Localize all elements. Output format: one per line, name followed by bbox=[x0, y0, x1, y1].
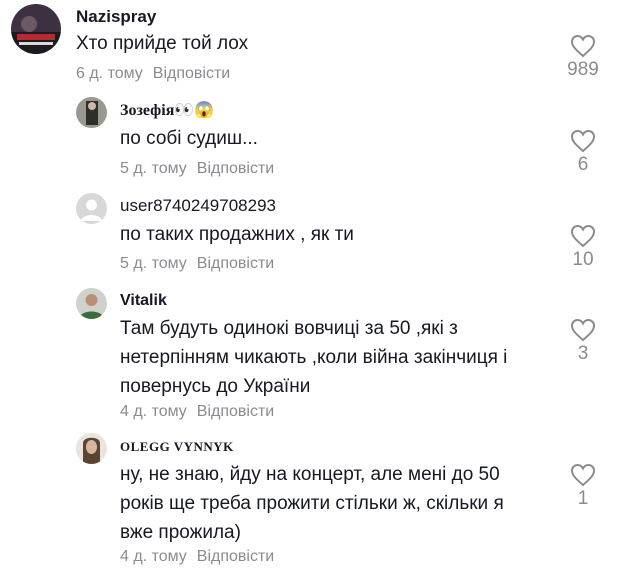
avatar[interactable] bbox=[76, 288, 107, 319]
like-count: 10 bbox=[572, 249, 594, 270]
comment-text-line: років ще треба прожити стільки ж, скільк… bbox=[120, 493, 504, 514]
avatar[interactable] bbox=[11, 4, 61, 54]
avatar-image bbox=[76, 288, 107, 319]
comment-username[interactable]: Nazispray bbox=[76, 7, 156, 27]
comment-timestamp: 6 д. тому bbox=[76, 65, 143, 82]
like-control: 1 bbox=[553, 463, 613, 510]
heart-icon[interactable] bbox=[570, 318, 596, 342]
reply-button[interactable]: Відповісти bbox=[197, 255, 274, 272]
avatar-image bbox=[76, 97, 107, 128]
avatar-image bbox=[11, 4, 61, 54]
heart-icon[interactable] bbox=[570, 224, 596, 248]
reply-button[interactable]: Відповісти bbox=[197, 548, 274, 565]
like-count: 3 bbox=[577, 343, 589, 364]
comment-timestamp: 4 д. тому bbox=[120, 403, 187, 420]
like-control: 3 bbox=[553, 318, 613, 365]
comment-username[interactable]: Vitalik bbox=[120, 292, 167, 310]
comment-meta: 5 д. тому Відповісти bbox=[120, 160, 274, 178]
like-count: 6 bbox=[577, 154, 589, 175]
comment-meta: 6 д. тому Відповісти bbox=[76, 65, 230, 83]
avatar[interactable] bbox=[76, 193, 107, 224]
like-count: 1 bbox=[577, 488, 589, 509]
comment-username[interactable]: Зозефія👀😱 bbox=[120, 100, 214, 120]
like-count: 989 bbox=[567, 59, 599, 80]
comment-meta: 4 д. тому Відповісти bbox=[120, 403, 274, 421]
comment-meta: 4 д. тому Відповісти bbox=[120, 548, 274, 566]
reply-button[interactable]: Відповісти bbox=[197, 403, 274, 420]
comment-username[interactable]: user8740249708293 bbox=[120, 196, 276, 216]
comment-timestamp: 5 д. тому bbox=[120, 255, 187, 272]
avatar[interactable] bbox=[76, 433, 107, 464]
like-control: 989 bbox=[553, 34, 613, 81]
comment-text-line: вже прожила) bbox=[120, 522, 241, 543]
comment-text-line: Там будуть одинокі вовчиці за 50 ,які з bbox=[120, 318, 458, 339]
avatar[interactable] bbox=[76, 97, 107, 128]
comment-username[interactable]: OLEGG VYNNYK bbox=[120, 439, 234, 455]
comment-text: по таких продажних , як ти bbox=[120, 224, 354, 245]
comment-text: Хто прийде той лох bbox=[76, 33, 249, 54]
comment-timestamp: 5 д. тому bbox=[120, 160, 187, 177]
comment-meta: 5 д. тому Відповісти bbox=[120, 255, 274, 273]
heart-icon[interactable] bbox=[570, 129, 596, 153]
comment-text: ну, не знаю, йду на концерт, але мені до… bbox=[120, 460, 504, 547]
like-control: 6 bbox=[553, 129, 613, 176]
default-avatar-icon bbox=[76, 193, 107, 224]
comment-text-line: ну, не знаю, йду на концерт, але мені до… bbox=[120, 464, 500, 485]
comment-text-line: повернусь до України bbox=[120, 376, 311, 397]
heart-icon[interactable] bbox=[570, 34, 596, 58]
comment-text: по собі судиш... bbox=[120, 128, 258, 149]
like-control: 10 bbox=[553, 224, 613, 271]
comment-timestamp: 4 д. тому bbox=[120, 548, 187, 565]
comment-text-line: нетерпінням чикають ,коли війна закінчиц… bbox=[120, 347, 508, 368]
reply-button[interactable]: Відповісти bbox=[153, 65, 230, 82]
reply-button[interactable]: Відповісти bbox=[197, 160, 274, 177]
comment-text: Там будуть одинокі вовчиці за 50 ,які з … bbox=[120, 314, 507, 401]
heart-icon[interactable] bbox=[570, 463, 596, 487]
avatar-image bbox=[76, 433, 107, 464]
